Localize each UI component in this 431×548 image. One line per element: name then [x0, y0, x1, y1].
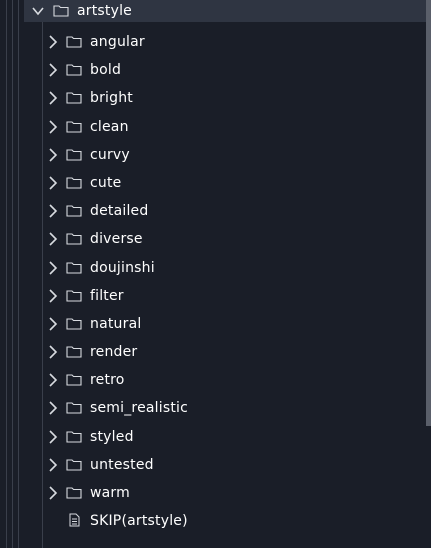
chevron-right-icon[interactable]: [46, 400, 58, 416]
folder-children-list: angular bold bright clean curvy cute detailed d…: [0, 28, 426, 535]
tree-item-label: artstyle: [77, 3, 132, 19]
tree-item-label: natural: [90, 315, 142, 332]
folder-icon: [66, 345, 82, 358]
tree-folder-item[interactable]: cute: [0, 169, 426, 197]
chevron-right-icon[interactable]: [46, 344, 58, 360]
folder-icon: [66, 63, 82, 76]
tree-item-label: styled: [90, 428, 134, 445]
tree-folder-item[interactable]: semi_realistic: [0, 394, 426, 422]
chevron-right-icon[interactable]: [46, 260, 58, 276]
file-icon: [69, 513, 80, 527]
folder-icon: [66, 35, 82, 48]
chevron-right-icon[interactable]: [46, 485, 58, 501]
folder-icon: [66, 486, 82, 499]
tree-folder-item[interactable]: diverse: [0, 225, 426, 253]
chevron-down-icon[interactable]: [31, 2, 45, 20]
folder-icon: [66, 317, 82, 330]
tree-folder-item[interactable]: filter: [0, 282, 426, 310]
chevron-right-icon[interactable]: [46, 90, 58, 106]
tree-item-label: doujinshi: [90, 259, 155, 276]
folder-icon: [66, 430, 82, 443]
tree-item-label: bright: [90, 90, 133, 107]
folder-icon: [66, 120, 82, 133]
tree-file-item[interactable]: SKIP(artstyle): [0, 507, 426, 535]
chevron-right-icon[interactable]: [46, 372, 58, 388]
folder-icon: [66, 176, 82, 189]
folder-icon: [66, 261, 82, 274]
scrollbar[interactable]: [426, 0, 431, 426]
tree-item-label: cute: [90, 174, 122, 191]
tree-folder-item[interactable]: render: [0, 338, 426, 366]
tree-folder-item[interactable]: untested: [0, 451, 426, 479]
tree-item-label: curvy: [90, 146, 130, 163]
tree-item-label: untested: [90, 456, 154, 473]
folder-icon: [66, 148, 82, 161]
chevron-right-icon[interactable]: [46, 203, 58, 219]
chevron-right-icon[interactable]: [46, 119, 58, 135]
folder-icon: [53, 4, 69, 17]
tree-item-label: warm: [90, 485, 130, 501]
tree-item-label: retro: [90, 372, 125, 389]
chevron-right-icon[interactable]: [46, 429, 58, 445]
chevron-right-icon[interactable]: [46, 147, 58, 163]
tree-item-label: semi_realistic: [90, 400, 189, 417]
chevron-right-icon[interactable]: [46, 316, 58, 332]
folder-icon: [66, 373, 82, 386]
tree-item-label: diverse: [90, 231, 143, 248]
chevron-right-icon[interactable]: [46, 62, 58, 78]
tree-folder-item[interactable]: natural: [0, 310, 426, 338]
tree-item-label: detailed: [90, 203, 149, 220]
chevron-right-icon[interactable]: [46, 231, 58, 247]
tree-folder-item[interactable]: styled: [0, 423, 426, 451]
folder-icon: [66, 458, 82, 471]
chevron-right-icon[interactable]: [46, 34, 58, 50]
tree-item-label: angular: [90, 34, 145, 50]
tree-item-label: bold: [90, 62, 122, 79]
file-tree-panel: artstyle angular bold bright clean curvy cute…: [0, 0, 431, 548]
tree-folder-item[interactable]: bright: [0, 84, 426, 112]
tree-folder-item[interactable]: curvy: [0, 141, 426, 169]
chevron-right-icon[interactable]: [46, 457, 58, 473]
chevron-right-icon[interactable]: [46, 175, 58, 191]
tree-folder-item[interactable]: angular: [0, 28, 426, 56]
tree-folder-item[interactable]: retro: [0, 366, 426, 394]
tree-folder-item[interactable]: bold: [0, 56, 426, 84]
chevron-right-icon[interactable]: [46, 288, 58, 304]
folder-icon: [66, 91, 82, 104]
folder-icon: [66, 232, 82, 245]
tree-item-label: filter: [90, 287, 124, 304]
tree-folder-item[interactable]: clean: [0, 113, 426, 141]
folder-icon: [66, 204, 82, 217]
tree-folder-item[interactable]: doujinshi: [0, 254, 426, 282]
tree-item-label: SKIP(artstyle): [90, 513, 188, 530]
tree-item-label: render: [90, 344, 138, 361]
folder-icon: [66, 289, 82, 302]
folder-icon: [66, 401, 82, 414]
tree-folder-item[interactable]: detailed: [0, 197, 426, 225]
tree-folder-item[interactable]: warm: [0, 479, 426, 507]
tree-item-artstyle[interactable]: artstyle: [24, 0, 426, 22]
tree-item-label: clean: [90, 118, 129, 135]
